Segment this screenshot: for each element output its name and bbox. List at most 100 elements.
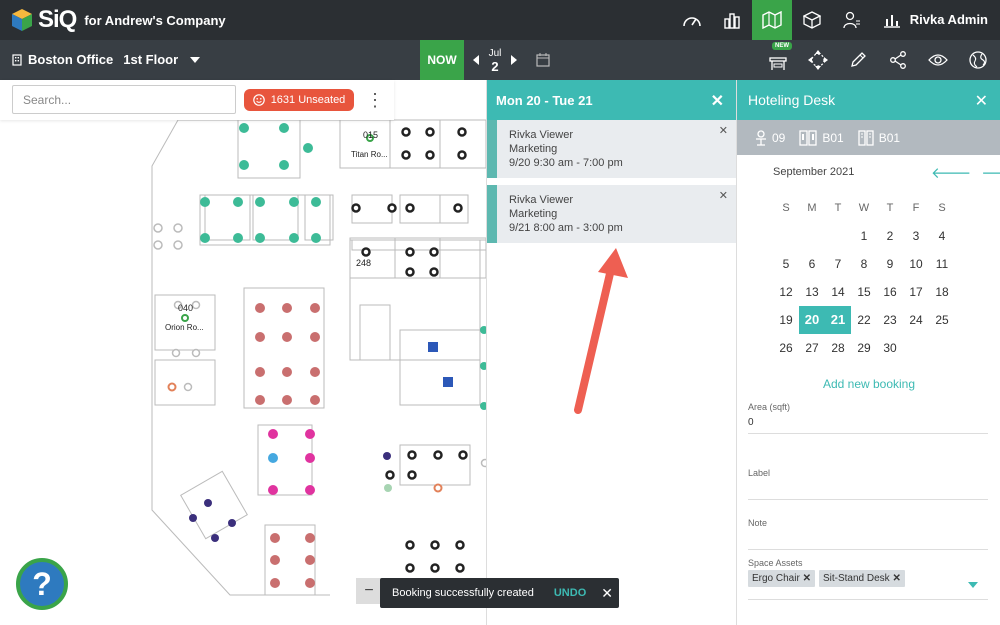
floor-name: 1st Floor [123, 52, 179, 67]
chevron-down-icon [190, 56, 201, 63]
calendar-day[interactable]: 29 [851, 334, 877, 362]
calendar-day[interactable]: 11 [929, 250, 955, 278]
room-015-number: 015 [363, 130, 378, 140]
note-field[interactable]: Note [748, 518, 988, 550]
hoteling-desk-panel: Hoteling Desk ✕ 09 B01 B01 September 202… [736, 80, 1000, 625]
asset-chip[interactable]: Ergo Chair ✕ [748, 570, 815, 587]
people-nav[interactable] [832, 0, 872, 40]
calendar-day[interactable]: 6 [799, 250, 825, 278]
close-icon[interactable]: ✕ [711, 91, 724, 111]
calendar-day[interactable]: 13 [799, 278, 825, 306]
chair-icon [756, 129, 766, 146]
calendar-day[interactable]: 26 [773, 334, 799, 362]
desk-number-2: B01 [878, 130, 901, 145]
calendar-day[interactable]: 16 [877, 278, 903, 306]
now-button[interactable]: NOW [420, 40, 464, 80]
calendar-day[interactable]: 30 [877, 334, 903, 362]
floorplan-nav[interactable] [752, 0, 792, 40]
user-menu[interactable]: Rivka Admin [910, 12, 988, 27]
room-248-number: 248 [356, 258, 371, 268]
calendar-day[interactable]: 28 [825, 334, 851, 362]
desk-panel-header: Hoteling Desk ✕ [737, 80, 1000, 120]
globe-button[interactable] [958, 40, 998, 80]
remove-asset-icon[interactable]: ✕ [803, 573, 811, 584]
next-month-icon[interactable]: 🡒 [981, 163, 1000, 182]
calendar-day[interactable]: 20 [799, 306, 825, 334]
desk-pair-icon [799, 129, 818, 146]
remove-asset-icon[interactable]: ✕ [892, 573, 900, 584]
floor-plan-canvas[interactable]: 015 Titan Ro... 040 Orion Ro... 248 [0, 80, 486, 625]
desk-info-2: B01 [858, 129, 901, 146]
calendar-day[interactable]: 7 [825, 250, 851, 278]
calendar-day[interactable]: 17 [903, 278, 929, 306]
share-button[interactable] [878, 40, 918, 80]
buildings-nav[interactable] [712, 0, 752, 40]
calendar-empty [773, 222, 799, 250]
calendar-day[interactable]: 18 [929, 278, 955, 306]
booking-card[interactable]: Rivka Viewer Marketing 9/21 8:00 am - 3:… [487, 185, 736, 243]
dashboard-nav[interactable] [672, 0, 712, 40]
calendar-day[interactable]: 22 [851, 306, 877, 334]
calendar-day[interactable]: 5 [773, 250, 799, 278]
calendar-day[interactable]: 24 [903, 306, 929, 334]
search-input[interactable]: Search... [12, 85, 236, 114]
space-assets-label: Space Assets [748, 558, 803, 568]
more-options-icon[interactable]: ⋮ [366, 88, 384, 112]
calendar-day[interactable]: 14 [825, 278, 851, 306]
view-button[interactable] [918, 40, 958, 80]
prev-month-icon[interactable]: 🡐 [931, 163, 971, 182]
prev-date-icon[interactable] [472, 55, 480, 65]
booking-department: Marketing [509, 208, 558, 220]
calendar-empty [903, 334, 929, 362]
remove-booking-icon[interactable]: ✕ [719, 124, 728, 138]
annotation-arrow [574, 248, 628, 414]
company-name: for Andrew's Company [84, 12, 226, 28]
undo-button[interactable]: UNDO [554, 587, 586, 599]
add-new-booking-link[interactable]: Add new booking [737, 377, 1000, 391]
weekday-header: W [858, 202, 870, 214]
next-date-icon[interactable] [510, 55, 518, 65]
booking-person: Rivka Viewer [509, 194, 573, 206]
buildings-icon [724, 13, 740, 29]
reports-nav[interactable] [872, 0, 912, 40]
hoteling-button[interactable]: NEW [758, 40, 798, 80]
calendar-day[interactable]: 15 [851, 278, 877, 306]
weekday-header: M [807, 202, 817, 214]
seat-info: 09 [755, 129, 785, 146]
assets-nav[interactable] [792, 0, 832, 40]
edit-button[interactable] [838, 40, 878, 80]
booking-department: Marketing [509, 143, 558, 155]
calendar-day[interactable]: 25 [929, 306, 955, 334]
assets-dropdown-icon[interactable] [968, 582, 978, 588]
dashboard-icon [683, 17, 701, 27]
space-assets-field[interactable]: Space Assets Ergo Chair ✕ Sit-Stand Desk… [748, 558, 988, 600]
label-field[interactable]: Label [748, 468, 988, 500]
calendar-day[interactable]: 21 [825, 306, 851, 334]
calendar-icon[interactable] [536, 53, 550, 67]
weekday-header: S [938, 202, 946, 214]
close-icon[interactable]: ✕ [601, 585, 613, 602]
calendar-day[interactable]: 4 [929, 222, 955, 250]
calendar-day[interactable]: 12 [773, 278, 799, 306]
asset-chip[interactable]: Sit-Stand Desk ✕ [818, 570, 905, 587]
booking-card[interactable]: Rivka Viewer Marketing 9/20 9:30 am - 7:… [487, 120, 736, 178]
calendar-day[interactable]: 8 [851, 250, 877, 278]
area-field[interactable]: Area (sqft) 0 [748, 402, 988, 434]
help-button[interactable]: ? [16, 558, 68, 610]
location-selector[interactable]: Boston Office 1st Floor [12, 52, 201, 67]
zoom-out-button[interactable]: − [356, 578, 382, 604]
calendar-day[interactable]: 19 [773, 306, 799, 334]
calendar-day[interactable]: 27 [799, 334, 825, 362]
app-logo[interactable]: SiQ for Andrew's Company [10, 6, 226, 34]
calendar-day[interactable]: 3 [903, 222, 929, 250]
calendar-day[interactable]: 1 [851, 222, 877, 250]
close-icon[interactable]: ✕ [975, 91, 988, 111]
current-date[interactable]: Jul 2 [480, 47, 510, 73]
move-button[interactable] [798, 40, 838, 80]
remove-booking-icon[interactable]: ✕ [719, 189, 728, 203]
calendar-day[interactable]: 10 [903, 250, 929, 278]
calendar-day[interactable]: 2 [877, 222, 903, 250]
calendar-day[interactable]: 9 [877, 250, 903, 278]
unseated-button[interactable]: 1631 Unseated [244, 89, 354, 111]
calendar-day[interactable]: 23 [877, 306, 903, 334]
